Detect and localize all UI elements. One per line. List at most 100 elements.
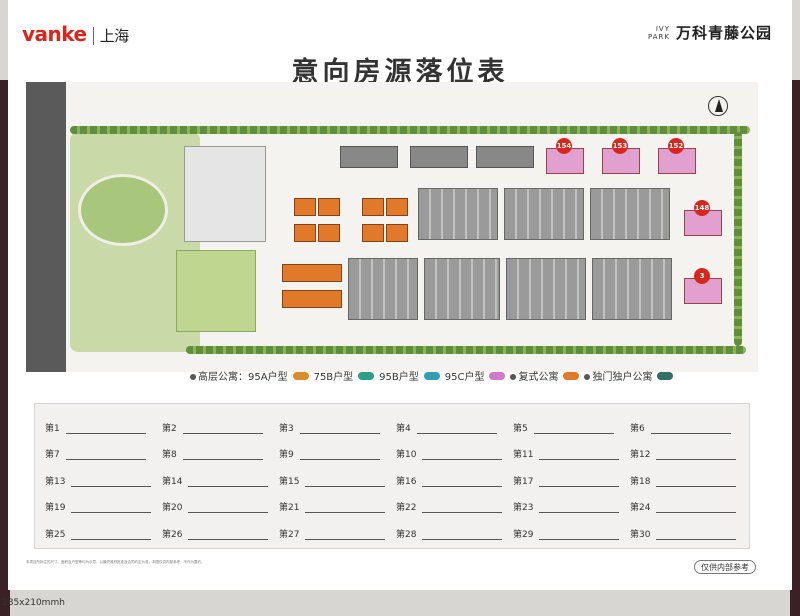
slot-entry[interactable]: 第27 <box>279 520 396 547</box>
slot-line[interactable] <box>299 432 380 434</box>
slot-entry[interactable]: 第20 <box>162 494 279 521</box>
townhouse-block <box>348 258 418 320</box>
slot-line[interactable] <box>533 432 614 434</box>
slot-line[interactable] <box>182 459 263 460</box>
slot-label: 第26 <box>162 529 183 540</box>
slot-line[interactable] <box>539 512 620 513</box>
swatch-95b <box>423 371 440 380</box>
slot-entry[interactable]: 第2 <box>162 414 279 441</box>
slot-line[interactable] <box>299 459 380 460</box>
legend-bullet <box>190 374 196 380</box>
slot-entry[interactable]: 第26 <box>162 520 279 547</box>
slot-entry[interactable]: 第19 <box>45 494 162 521</box>
slot-line[interactable] <box>305 485 386 487</box>
slot-entry[interactable]: 第6 <box>630 414 747 441</box>
duplex-row <box>282 290 342 308</box>
slot-entry[interactable]: 第23 <box>513 494 630 521</box>
legend-bullet <box>584 374 591 380</box>
slot-line[interactable] <box>65 459 146 460</box>
townhouse-block <box>504 188 584 240</box>
slot-line[interactable] <box>422 459 503 460</box>
slot-line[interactable] <box>656 512 737 513</box>
slot-entry[interactable]: 第28 <box>396 520 513 547</box>
slot-label: 第19 <box>45 503 66 513</box>
slot-line[interactable] <box>65 432 146 434</box>
townhouse-block <box>418 188 498 240</box>
tower-block <box>476 146 534 168</box>
slot-entry[interactable]: 第24 <box>630 494 747 521</box>
slot-line[interactable] <box>422 538 503 540</box>
slot-entry[interactable]: 第10 <box>396 441 513 468</box>
slot-line[interactable] <box>188 538 269 540</box>
slot-entry[interactable]: 第16 <box>396 467 513 494</box>
slot-label: 第18 <box>630 476 651 487</box>
slot-line[interactable] <box>71 538 152 540</box>
swatch-villa <box>657 371 674 380</box>
slot-label: 第22 <box>396 503 417 513</box>
slot-entry[interactable]: 第21 <box>279 494 396 521</box>
slot-entry[interactable]: 第29 <box>513 520 630 547</box>
slot-label: 第20 <box>162 503 183 513</box>
slot-line[interactable] <box>416 432 497 434</box>
slot-line[interactable] <box>539 485 620 487</box>
slot-label: 第4 <box>396 423 411 434</box>
slot-line[interactable] <box>422 512 503 513</box>
slot-label: 第1 <box>45 423 60 434</box>
slot-entry[interactable]: 第13 <box>45 467 162 494</box>
slot-line[interactable] <box>539 459 620 460</box>
legend-bullet <box>510 374 517 380</box>
slot-line[interactable] <box>656 538 737 540</box>
slot-line[interactable] <box>305 512 386 513</box>
townhouse-block <box>424 258 500 320</box>
slot-label: 第8 <box>162 450 177 460</box>
slot-line[interactable] <box>656 459 737 460</box>
slot-line[interactable] <box>188 512 269 513</box>
preference-form: 第1 第2 第3 第4 第5 第6 第7 第8 第9 第10 第11 第12 第13 第14 第15 第16 第… <box>34 403 750 549</box>
slot-entry[interactable]: 第30 <box>630 520 747 547</box>
slot-entry[interactable]: 第9 <box>279 441 396 468</box>
slot-line[interactable] <box>422 485 503 487</box>
sports-field <box>176 250 256 332</box>
slot-entry[interactable]: 第15 <box>279 467 396 494</box>
slot-label: 第21 <box>279 503 300 513</box>
tree-line-bottom <box>186 346 746 354</box>
slot-label: 第24 <box>630 503 651 513</box>
slot-entry[interactable]: 第4 <box>396 414 513 441</box>
slot-line[interactable] <box>650 432 731 434</box>
slot-entry[interactable]: 第18 <box>630 467 747 494</box>
slot-entry[interactable]: 第3 <box>279 414 396 441</box>
slot-entry[interactable]: 第12 <box>630 441 747 468</box>
legend: 高层公寓：95A户型 75B户型 95B户型 95C户型 复式公寓 独门独户公寓 <box>190 368 674 383</box>
slot-entry[interactable]: 第25 <box>45 520 162 547</box>
villa-unit <box>294 198 316 216</box>
slot-label: 第5 <box>513 423 528 434</box>
slot-label: 第10 <box>396 450 417 460</box>
slot-entry[interactable]: 第14 <box>162 467 279 494</box>
slot-entry[interactable]: 第5 <box>513 414 630 441</box>
legend-villa: 独门独户公寓 <box>584 368 652 383</box>
slot-line[interactable] <box>305 538 386 540</box>
slot-entry[interactable]: 第8 <box>162 441 279 468</box>
slot-line[interactable] <box>71 485 152 487</box>
slot-entry[interactable]: 第22 <box>396 494 513 521</box>
slot-entry[interactable]: 第17 <box>513 467 630 494</box>
slot-line[interactable] <box>182 432 263 434</box>
ivy-line2: PARK <box>647 32 670 41</box>
road <box>26 82 66 372</box>
slot-label: 第12 <box>630 450 651 460</box>
project-logo: IVY PARK 万科青藤公园 <box>648 22 772 43</box>
townhouse-block <box>506 258 586 320</box>
villa-unit <box>362 224 384 242</box>
swatch-duplex <box>563 371 580 380</box>
slot-entry[interactable]: 第1 <box>45 414 162 441</box>
slot-line[interactable] <box>188 485 269 487</box>
slot-label: 第15 <box>279 476 300 487</box>
slot-line[interactable] <box>656 485 737 487</box>
slot-label: 第29 <box>513 529 534 540</box>
slot-label: 第25 <box>45 529 66 540</box>
slot-line[interactable] <box>539 538 620 540</box>
slot-line[interactable] <box>71 512 152 513</box>
legend-95b: 95B户型 <box>379 372 419 383</box>
slot-entry[interactable]: 第7 <box>45 441 162 468</box>
slot-entry[interactable]: 第11 <box>513 441 630 468</box>
